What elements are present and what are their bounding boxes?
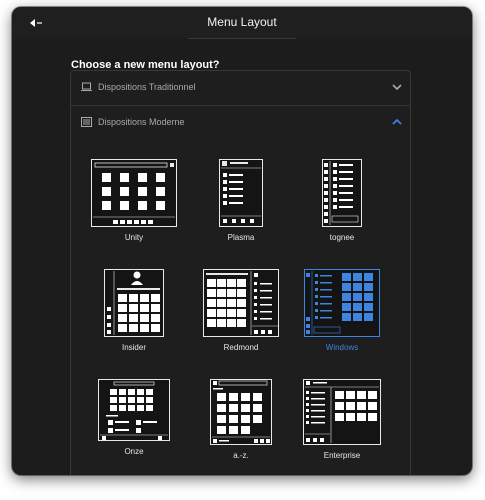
windows-layout-preview-icon (304, 269, 380, 337)
layout-tile-a-z[interactable]: a.-z. (191, 379, 291, 460)
layout-label: Insider (121, 343, 146, 352)
layout-tile-windows[interactable]: Windows (292, 269, 392, 352)
layout-label: Onze (124, 447, 144, 456)
section-traditional-label: Dispositions Traditionnel (98, 82, 196, 92)
enterprise-layout-preview-icon (303, 379, 381, 445)
insider-layout-preview-icon (104, 269, 164, 337)
redmond-layout-preview-icon (203, 269, 279, 337)
section-traditional[interactable]: Dispositions Traditionnel (71, 71, 410, 106)
laptop-icon (81, 82, 92, 91)
section-modern[interactable]: Dispositions Moderne (71, 106, 410, 140)
layout-tile-plasma[interactable]: Plasma (191, 159, 291, 242)
layout-tile-onze[interactable]: Onze (84, 379, 184, 456)
titlebar: Menu Layout (12, 7, 472, 39)
a-z-layout-preview-icon (210, 379, 272, 445)
window-title: Menu Layout (207, 15, 277, 29)
layout-label: Plasma (227, 233, 255, 242)
layout-tile-tognee[interactable]: tognee (292, 159, 392, 242)
layout-label: Redmond (223, 343, 259, 352)
title-divider (188, 38, 296, 39)
unity-layout-preview-icon (91, 159, 177, 227)
chevron-up-icon[interactable] (392, 118, 402, 126)
layout-label: Unity (124, 233, 144, 242)
layout-label: Windows (325, 343, 359, 352)
layout-tile-insider[interactable]: Insider (84, 269, 184, 352)
onze-layout-preview-icon (98, 379, 170, 441)
list-icon (81, 117, 92, 127)
tognee-layout-preview-icon (322, 159, 362, 227)
layout-tile-enterprise[interactable]: Enterprise (292, 379, 392, 460)
chevron-down-icon[interactable] (392, 83, 402, 91)
layout-label: a.-z. (233, 451, 249, 460)
layout-label: tognee (329, 233, 355, 242)
layout-panel: Dispositions Traditionnel Dispositions M… (70, 70, 411, 475)
layout-tile-redmond[interactable]: Redmond (191, 269, 291, 352)
layout-tile-unity[interactable]: Unity (84, 159, 184, 242)
plasma-layout-preview-icon (219, 159, 263, 227)
section-modern-label: Dispositions Moderne (98, 117, 185, 127)
menu-layout-window: Menu Layout Choose a new menu layout? Di… (12, 7, 472, 475)
layout-label: Enterprise (323, 451, 361, 460)
